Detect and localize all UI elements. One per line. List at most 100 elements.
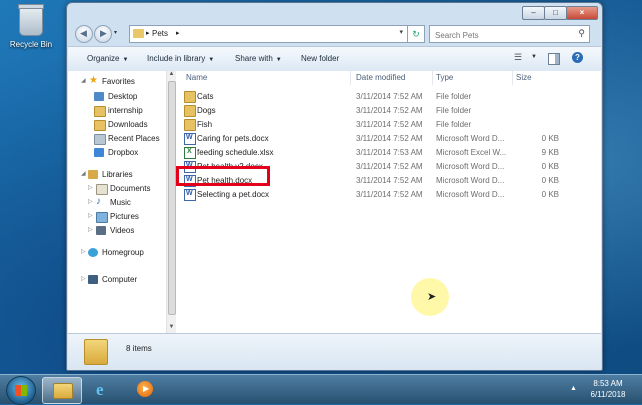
nav-item-dropbox[interactable]: Dropbox xyxy=(68,147,166,160)
libraries-label: Libraries xyxy=(102,170,133,179)
play-icon: ▶ xyxy=(143,384,150,393)
recycle-bin-label: Recycle Bin xyxy=(9,40,53,49)
downloads-folder-icon xyxy=(94,120,106,131)
view-list-icon: ☰ xyxy=(514,52,523,62)
address-bar[interactable]: ▸ Pets ▸ ▾ xyxy=(129,25,408,43)
content-area: ◢ ★ Favorites Desktop internship Downloa… xyxy=(68,71,601,333)
file-row-fish[interactable]: Fish 3/11/2014 7:52 AM File folder xyxy=(180,118,580,131)
scroll-down-icon[interactable]: ▼ xyxy=(167,324,176,333)
file-size: 9 KB xyxy=(541,148,559,157)
file-date: 3/11/2014 7:52 AM xyxy=(356,134,423,143)
nav-item-downloads[interactable]: Downloads xyxy=(68,119,166,132)
scrollbar-thumb[interactable] xyxy=(168,81,176,315)
column-header-type[interactable]: Type xyxy=(436,71,453,85)
taskbar-media-player[interactable]: ▶ xyxy=(126,377,164,402)
computer-node[interactable]: ▷ Computer xyxy=(68,274,166,287)
recycle-bin-shortcut[interactable]: Recycle Bin xyxy=(6,4,56,49)
start-button[interactable] xyxy=(6,376,36,405)
nav-item-recent-places[interactable]: Recent Places xyxy=(68,133,166,146)
change-view-button[interactable]: ☰ ▼ xyxy=(514,52,537,64)
show-hidden-icons-icon[interactable]: ▲ xyxy=(570,385,577,392)
breadcrumb-pets[interactable]: Pets xyxy=(152,29,168,38)
file-list: Name Date modified Type Size Cats 3/11/2… xyxy=(176,71,601,333)
minimize-button[interactable]: – xyxy=(522,6,545,20)
explorer-window: – □ × ◀ ▶ ▾ ▸ Pets ▸ ▾ ↻ ⚲ Organize▼ Inc… xyxy=(66,2,603,371)
file-date: 3/11/2014 7:52 AM xyxy=(356,190,423,199)
scroll-up-icon[interactable]: ▲ xyxy=(167,71,176,80)
libraries-node[interactable]: ◢ Libraries xyxy=(68,169,166,182)
address-dropdown-icon[interactable]: ▾ xyxy=(399,28,403,36)
column-header-date-modified[interactable]: Date modified xyxy=(356,71,405,85)
column-divider[interactable] xyxy=(350,71,351,85)
file-date: 3/11/2014 7:52 AM xyxy=(356,176,423,185)
share-with-label: Share with xyxy=(235,54,273,63)
internet-explorer-icon: e xyxy=(96,380,104,399)
title-bar[interactable]: – □ × xyxy=(67,3,602,21)
file-type: Microsoft Word D... xyxy=(436,134,505,143)
file-row-cats[interactable]: Cats 3/11/2014 7:52 AM File folder xyxy=(180,90,580,103)
chevron-down-icon: ▼ xyxy=(531,54,537,60)
new-folder-button[interactable]: New folder xyxy=(301,54,339,63)
homegroup-node[interactable]: ▷ Homegroup xyxy=(68,247,166,260)
file-date: 3/11/2014 7:53 AM xyxy=(356,148,423,157)
file-row-feeding-schedule[interactable]: feeding schedule.xlsx 3/11/2014 7:53 AM … xyxy=(180,146,580,159)
taskbar-internet-explorer[interactable]: e xyxy=(86,377,124,402)
system-clock[interactable]: 8:53 AM 6/11/2018 xyxy=(582,378,634,400)
expand-arrow-icon[interactable]: ▷ xyxy=(88,226,93,233)
nav-item-label: Downloads xyxy=(108,120,148,129)
refresh-button[interactable]: ↻ xyxy=(407,25,425,43)
nav-item-pictures[interactable]: ▷ Pictures xyxy=(68,211,166,224)
file-name: feeding schedule.xlsx xyxy=(197,148,274,157)
expand-arrow-icon[interactable]: ▷ xyxy=(81,248,86,255)
nav-item-desktop[interactable]: Desktop xyxy=(68,91,166,104)
preview-pane-icon[interactable] xyxy=(548,53,560,65)
close-button[interactable]: × xyxy=(566,6,598,20)
computer-label: Computer xyxy=(102,275,138,284)
maximize-button[interactable]: □ xyxy=(544,6,567,20)
nav-item-label: Music xyxy=(110,198,131,207)
nav-item-videos[interactable]: ▷ Videos xyxy=(68,225,166,238)
nav-item-internship[interactable]: internship xyxy=(68,105,166,118)
expand-arrow-icon[interactable]: ▷ xyxy=(88,212,93,219)
star-icon: ★ xyxy=(89,75,98,86)
column-divider[interactable] xyxy=(432,71,433,85)
file-date: 3/11/2014 7:52 AM xyxy=(356,120,423,129)
column-header-name[interactable]: Name xyxy=(186,71,207,85)
nav-item-music[interactable]: ▷ ♪ Music xyxy=(68,196,166,210)
homegroup-label: Homegroup xyxy=(102,248,144,257)
help-icon[interactable]: ? xyxy=(572,52,583,63)
favorites-node[interactable]: ◢ ★ Favorites xyxy=(68,75,166,89)
collapse-arrow-icon[interactable]: ◢ xyxy=(81,170,86,177)
nav-item-label: Dropbox xyxy=(108,148,139,157)
file-name: Selecting a pet.docx xyxy=(197,190,270,199)
nav-item-documents[interactable]: ▷ Documents xyxy=(68,183,166,196)
back-arrow-icon: ◀ xyxy=(80,28,87,38)
column-divider[interactable] xyxy=(512,71,513,85)
taskbar-explorer[interactable] xyxy=(42,377,82,404)
share-with-button[interactable]: Share with ▼ xyxy=(235,54,282,63)
expand-arrow-icon[interactable]: ▷ xyxy=(88,198,93,205)
search-box[interactable]: ⚲ xyxy=(429,25,590,43)
file-type: Microsoft Word D... xyxy=(436,162,505,171)
breadcrumb-separator-icon[interactable]: ▸ xyxy=(146,29,150,37)
search-input[interactable] xyxy=(433,27,567,43)
file-row-dogs[interactable]: Dogs 3/11/2014 7:52 AM File folder xyxy=(180,104,580,117)
column-header-size[interactable]: Size xyxy=(516,71,532,85)
organize-button[interactable]: Organize ▼ xyxy=(87,54,128,63)
nav-item-label: Pictures xyxy=(110,212,139,221)
file-row-caring-for-pets[interactable]: Caring for pets.docx 3/11/2014 7:52 AM M… xyxy=(180,132,580,145)
include-in-library-button[interactable]: Include in library ▼ xyxy=(147,54,214,63)
documents-icon xyxy=(96,184,108,195)
navigation-pane-scrollbar[interactable]: ▲ ▼ xyxy=(166,71,176,333)
forward-button[interactable]: ▶ xyxy=(94,25,112,43)
folder-icon xyxy=(184,119,196,131)
breadcrumb-chevron-icon[interactable]: ▸ xyxy=(176,29,180,37)
expand-arrow-icon[interactable]: ▷ xyxy=(88,184,93,191)
expand-arrow-icon[interactable]: ▷ xyxy=(81,275,86,282)
file-row-selecting-a-pet[interactable]: Selecting a pet.docx 3/11/2014 7:52 AM M… xyxy=(180,188,580,201)
recent-pages-dropdown-icon[interactable]: ▾ xyxy=(114,29,117,36)
desktop-icon xyxy=(94,92,104,101)
back-button[interactable]: ◀ xyxy=(75,25,93,43)
search-icon[interactable]: ⚲ xyxy=(578,28,585,39)
collapse-arrow-icon[interactable]: ◢ xyxy=(81,77,86,84)
